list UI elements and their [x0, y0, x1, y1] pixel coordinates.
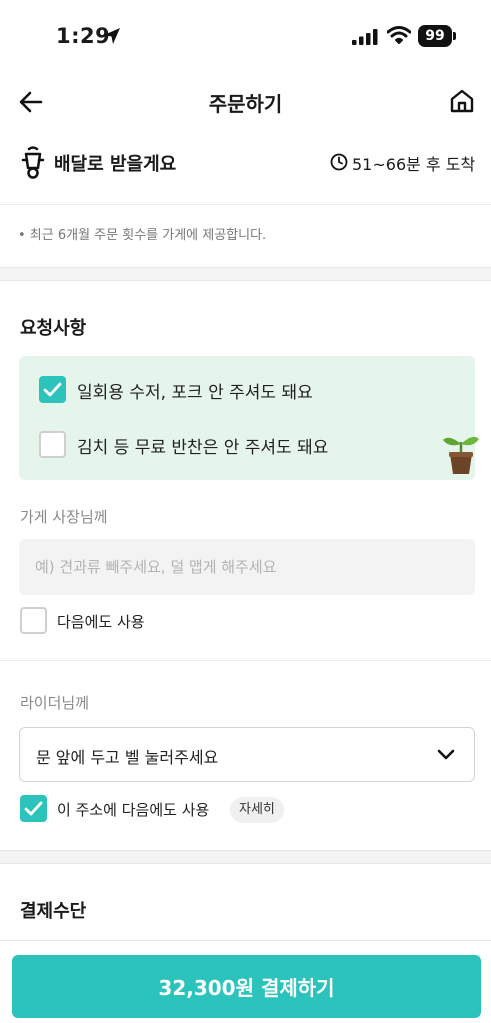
- scooter-icon: [20, 146, 46, 184]
- wifi-icon: [386, 26, 412, 48]
- location-arrow-icon: [103, 27, 121, 49]
- chevron-down-icon: [436, 747, 456, 766]
- payment-method-title: 결제수단: [20, 901, 87, 922]
- checkbox-checked[interactable]: [39, 376, 66, 403]
- rider-reuse-option[interactable]: 이 주소에 다음에도 사용 자세히: [20, 795, 320, 825]
- owner-reuse-option[interactable]: 다음에도 사용: [20, 607, 220, 637]
- checkbox-checked[interactable]: [20, 795, 47, 822]
- section-divider: [0, 850, 491, 864]
- order-count-notice: • 최근 6개월 주문 횟수를 가게에 제공합니다.: [18, 228, 267, 243]
- owner-reuse-label: 다음에도 사용: [57, 613, 145, 631]
- sprout-icon: [441, 432, 481, 480]
- checkbox-unchecked[interactable]: [20, 607, 47, 634]
- owner-request-input[interactable]: [19, 539, 475, 595]
- pay-button[interactable]: 32,300원 결제하기: [12, 955, 481, 1018]
- divider: [0, 660, 491, 661]
- request-option-label: 김치 등 무료 반찬은 안 주셔도 돼요: [77, 438, 329, 458]
- home-icon[interactable]: [449, 88, 475, 118]
- status-bar: 1:29 99: [0, 0, 491, 74]
- section-divider: [0, 267, 491, 281]
- checkmark-icon: [24, 801, 43, 816]
- delivery-row: 배달로 받을게요 51~66분 후 도착: [0, 140, 491, 186]
- request-options-box: 일회용 수저, 포크 안 주셔도 돼요 김치 등 무료 반찬은 안 주셔도 돼요: [19, 356, 479, 480]
- rider-reuse-label: 이 주소에 다음에도 사용: [57, 801, 210, 819]
- page-title: 주문하기: [208, 92, 283, 116]
- request-option-no-side-dishes[interactable]: 김치 등 무료 반찬은 안 주셔도 돼요: [39, 431, 459, 461]
- detail-badge[interactable]: 자세히: [230, 797, 284, 823]
- checkmark-icon: [43, 382, 62, 397]
- battery-cap: [453, 32, 456, 40]
- request-option-label: 일회용 수저, 포크 안 주셔도 돼요: [77, 383, 313, 403]
- request-option-no-cutlery[interactable]: 일회용 수저, 포크 안 주셔도 돼요: [39, 376, 459, 406]
- rider-request-select[interactable]: 문 앞에 두고 벨 눌러주세요: [19, 727, 475, 782]
- checkbox-unchecked[interactable]: [39, 431, 66, 458]
- rider-request-value: 문 앞에 두고 벨 눌러주세요: [36, 748, 219, 767]
- delivery-method-label: 배달로 받을게요: [54, 154, 177, 175]
- clock-icon: [330, 153, 348, 175]
- rider-request-label: 라이더님께: [20, 694, 90, 712]
- delivery-eta: 51~66분 후 도착: [352, 155, 476, 174]
- signal-icon: [352, 29, 378, 49]
- bottom-bar: 32,300원 결제하기: [0, 940, 491, 1023]
- nav-bar: 주문하기: [0, 74, 491, 130]
- requests-title: 요청사항: [20, 318, 87, 339]
- owner-request-label: 가게 사장님께: [20, 508, 108, 526]
- divider: [0, 204, 491, 205]
- battery-icon: 99: [418, 25, 452, 47]
